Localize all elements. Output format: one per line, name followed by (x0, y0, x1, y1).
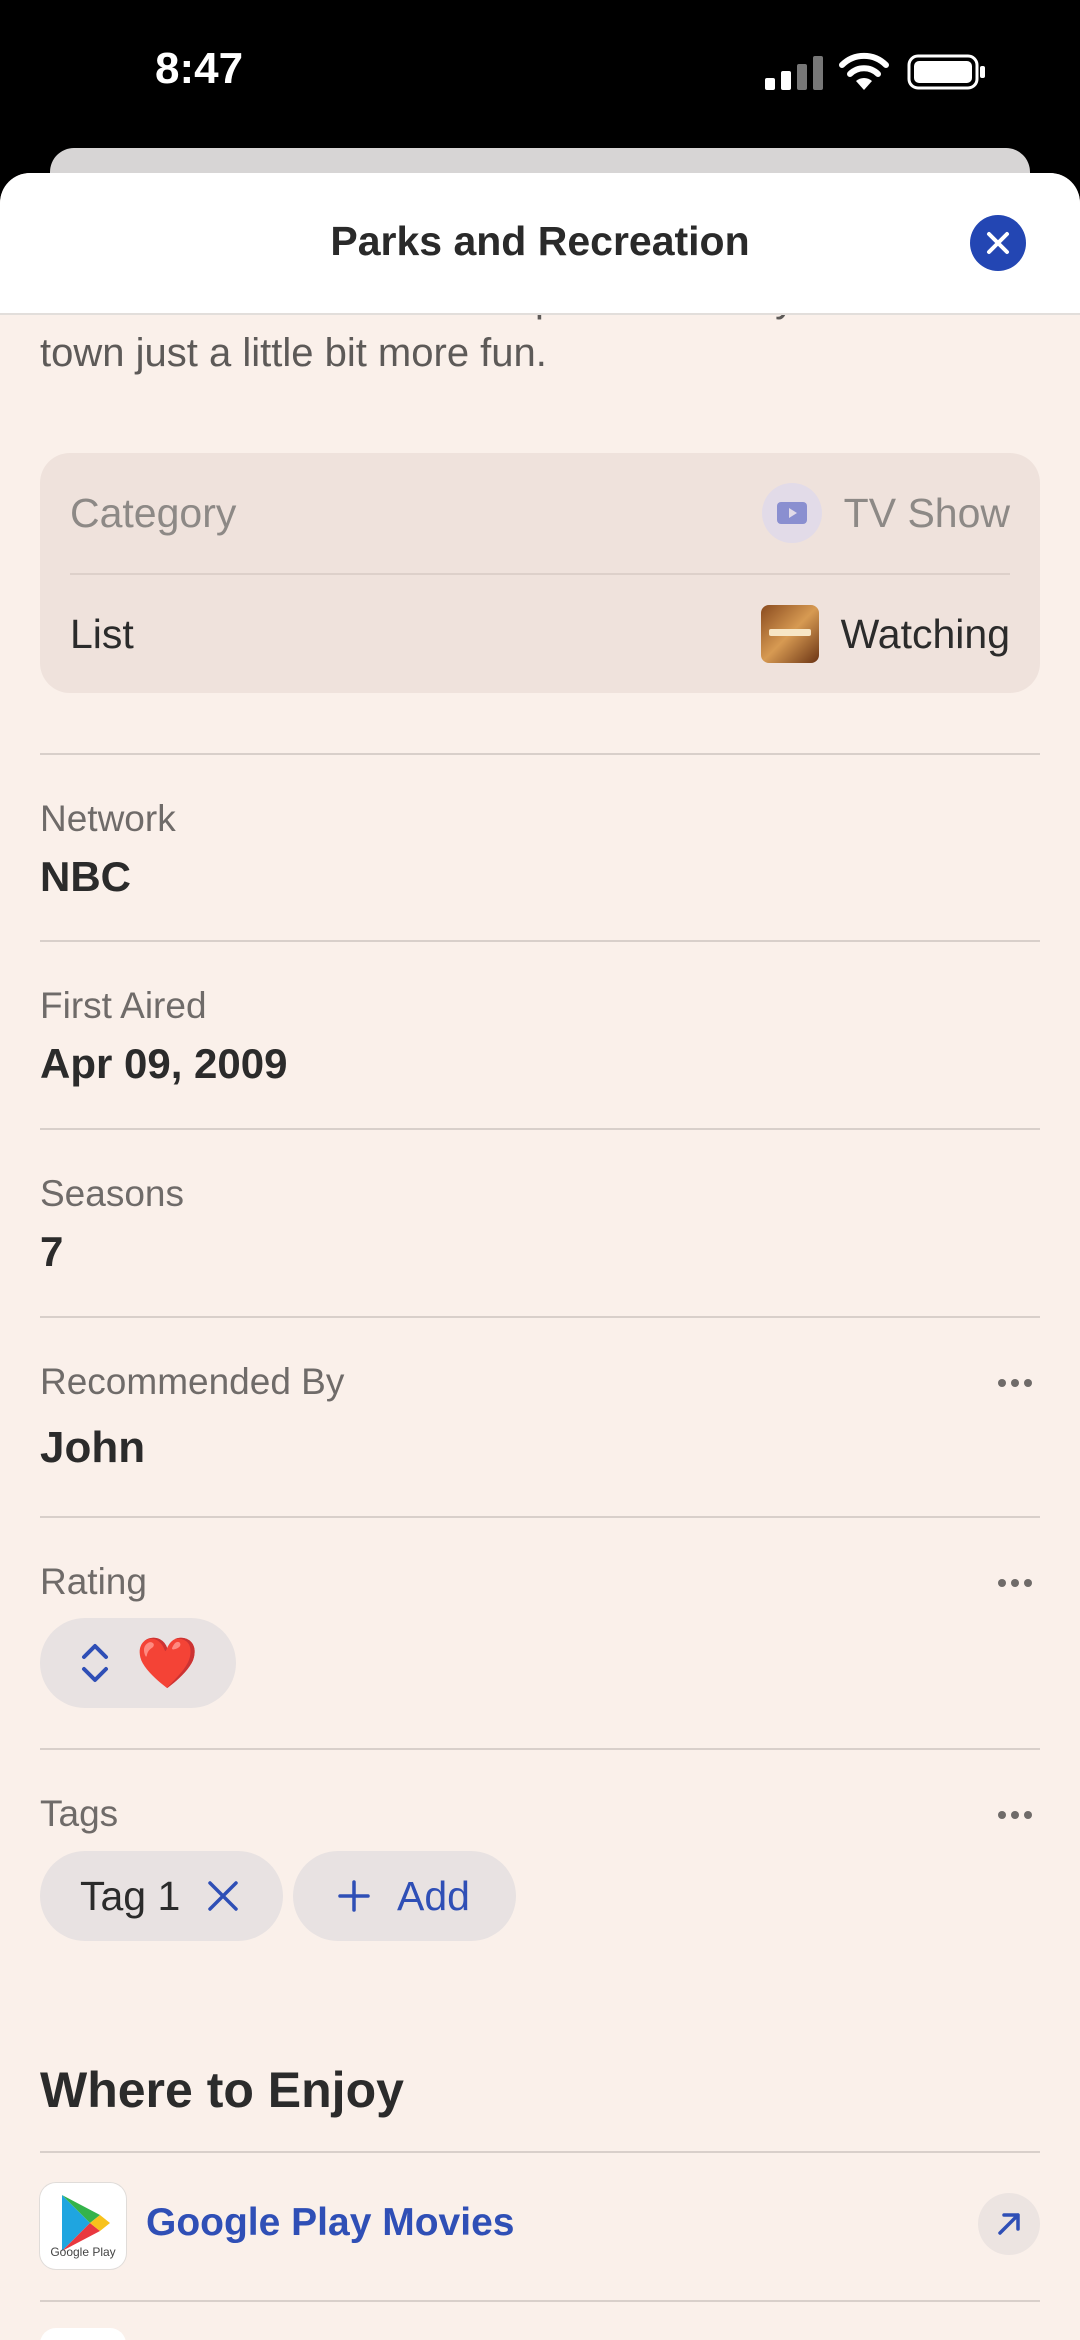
tag-chip[interactable]: Tag 1 (40, 1851, 283, 1941)
plus-icon (338, 1880, 370, 1912)
close-icon (987, 232, 1009, 254)
divider (40, 2300, 1040, 2302)
divider (40, 1128, 1040, 1130)
network-value: NBC (40, 853, 131, 900)
status-bar: 8:47 (0, 0, 1080, 150)
divider (40, 1748, 1040, 1750)
recommended-by-label: Recommended By (40, 1361, 345, 1402)
list-thumbnail-icon (760, 605, 819, 663)
wifi-icon (839, 52, 889, 90)
category-row[interactable]: Category TV Show (70, 453, 1010, 573)
arrow-up-right-icon (998, 2213, 1020, 2235)
first-aired-label: First Aired (40, 985, 207, 1026)
rating-more-icon[interactable] (998, 1579, 1032, 1589)
divider (40, 2151, 1040, 2153)
rating-picker[interactable]: ❤️ (40, 1618, 236, 1708)
google-play-icon: Google Play (40, 2183, 126, 2269)
chevron-up-down-icon (82, 1644, 108, 1682)
divider (40, 753, 1040, 755)
first-aired-value: Apr 09, 2009 (40, 1040, 288, 1087)
remove-tag-icon[interactable] (206, 1879, 240, 1913)
list-value: Watching (840, 610, 1010, 657)
add-tag-button[interactable]: Add (293, 1851, 516, 1941)
recommended-by-more-icon[interactable] (998, 1379, 1032, 1389)
cellular-signal-icon (765, 56, 823, 90)
tv-show-icon (761, 483, 822, 543)
provider-google-play-link[interactable]: Google Play Movies (146, 2201, 514, 2245)
tag-label: Tag 1 (80, 1872, 181, 1919)
close-button[interactable] (970, 215, 1026, 271)
category-value: TV Show (843, 489, 1010, 536)
google-play-caption: Google Play (50, 2245, 116, 2259)
list-label: List (70, 610, 134, 657)
rating-label: Rating (40, 1561, 147, 1602)
status-time: 8:47 (155, 44, 244, 93)
recommended-by-value[interactable]: John (40, 1423, 145, 1473)
category-card: Category TV Show List Watching (40, 453, 1040, 693)
category-label: Category (70, 489, 237, 536)
battery-icon (907, 54, 985, 90)
divider (40, 940, 1040, 942)
rating-value: ❤️ (136, 1635, 199, 1691)
where-to-enjoy-title: Where to Enjoy (40, 2062, 404, 2118)
tags-more-icon[interactable] (998, 1811, 1032, 1821)
next-provider-icon (40, 2328, 126, 2340)
sheet-title: Parks and Recreation (330, 218, 750, 264)
network-label: Network (40, 798, 176, 839)
detail-sheet: Parks and Recreation tireless efforts to… (0, 173, 1080, 2340)
divider (40, 1516, 1040, 1518)
sheet-header: Parks and Recreation (0, 173, 1080, 315)
open-external-button[interactable] (978, 2193, 1040, 2255)
tags-label: Tags (40, 1793, 119, 1834)
divider (40, 1316, 1040, 1318)
add-tag-label: Add (397, 1872, 470, 1919)
seasons-label: Seasons (40, 1173, 184, 1214)
list-row[interactable]: List Watching (70, 574, 1010, 694)
seasons-value: 7 (40, 1228, 64, 1275)
